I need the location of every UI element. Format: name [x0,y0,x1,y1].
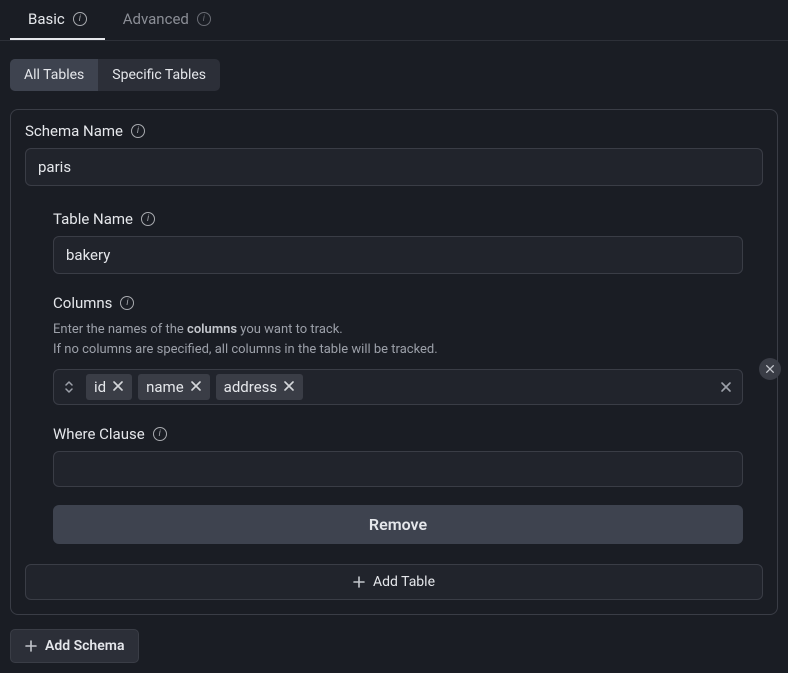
tab-advanced-label: Advanced [123,10,189,28]
info-icon [120,296,134,310]
content-area: All Tables Specific Tables Schema Name T… [0,41,788,673]
table-scope-segmented: All Tables Specific Tables [10,59,220,91]
seg-all-tables[interactable]: All Tables [10,59,98,91]
table-block: Table Name Columns Enter the names of th… [25,210,763,544]
clear-all-tags[interactable] [720,378,734,397]
remove-tag-icon[interactable] [283,380,295,395]
info-icon [153,427,167,441]
plus-icon [25,640,37,652]
info-icon [131,124,145,138]
column-tag-label: address [224,378,277,396]
tabs-bar: Basic Advanced [0,0,788,41]
columns-help-pre: Enter the names of the [53,322,187,337]
schema-name-input[interactable] [25,148,763,186]
column-tag: address [216,374,303,400]
schema-name-label: Schema Name [25,122,763,140]
where-clause-label-text: Where Clause [53,425,145,443]
add-schema-button[interactable]: Add Schema [10,629,139,663]
sort-icon[interactable] [62,380,76,394]
schema-name-label-text: Schema Name [25,122,123,140]
column-tag-label: name [146,378,184,396]
info-icon [73,12,87,26]
where-clause-label: Where Clause [53,425,743,443]
info-icon [141,212,155,226]
columns-label-text: Columns [53,294,112,312]
info-icon [197,12,211,26]
remove-tag-icon[interactable] [112,380,124,395]
columns-tag-input[interactable]: id name address [53,369,743,405]
seg-specific-tables[interactable]: Specific Tables [98,59,220,91]
remove-table-button[interactable]: Remove [53,505,743,544]
where-clause-input[interactable] [53,451,743,487]
table-name-label-text: Table Name [53,210,133,228]
schema-card: Schema Name Table Name Columns Enter the [10,109,778,615]
table-name-label: Table Name [53,210,743,228]
close-table-button[interactable] [759,358,781,380]
columns-label: Columns [53,294,743,312]
columns-help-bold: columns [187,322,237,337]
add-table-label: Add Table [373,574,435,590]
add-table-button[interactable]: Add Table [25,564,763,600]
columns-help-line2: If no columns are specified, all columns… [53,342,438,357]
plus-icon [353,576,365,588]
add-schema-label: Add Schema [45,638,124,654]
column-tag-label: id [94,378,106,396]
column-tag: id [86,374,132,400]
columns-help-text: Enter the names of the columns you want … [53,320,743,359]
table-name-input[interactable] [53,236,743,274]
column-tag: name [138,374,210,400]
columns-help-post: you want to track. [237,322,343,337]
tab-basic-label: Basic [28,10,65,28]
remove-tag-icon[interactable] [190,380,202,395]
tab-advanced[interactable]: Advanced [105,0,229,40]
tab-basic[interactable]: Basic [10,0,105,40]
